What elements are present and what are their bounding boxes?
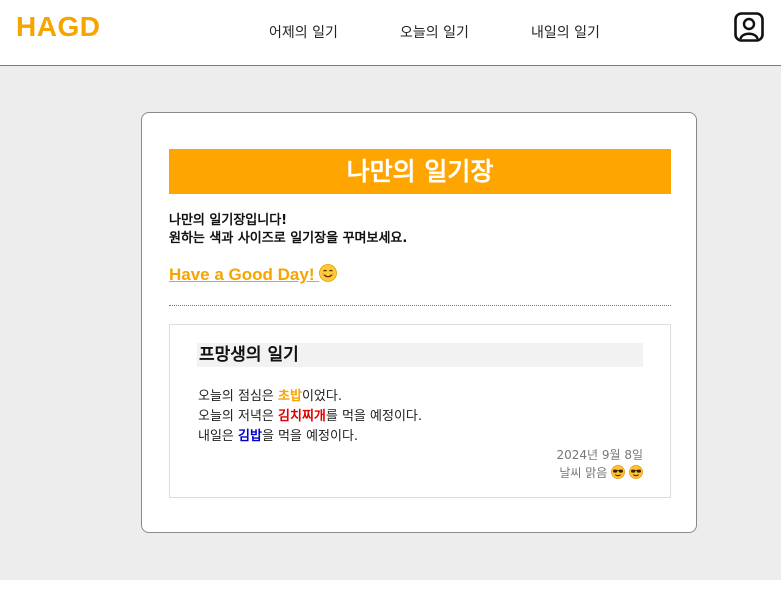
greeting-link[interactable]: Have a Good Day! — [169, 264, 338, 287]
diary-line-dinner: 오늘의 저녁은 김치찌개를 먹을 예정이다. — [198, 407, 422, 427]
dinner-food: 김치찌개 — [278, 409, 326, 424]
logo[interactable]: HAGD — [16, 11, 100, 43]
greeting-text: Have a Good Day! — [169, 265, 315, 284]
diary-meta: 2024년 9월 8일 날씨 맑음 — [556, 446, 643, 484]
page-title: 나만의 일기장 — [169, 149, 671, 194]
dinner-prefix: 오늘의 저녁은 — [198, 409, 279, 424]
nav-yesterday[interactable]: 어제의 일기 — [269, 22, 338, 42]
intro-line-1: 나만의 일기장입니다! — [169, 213, 288, 228]
tomorrow-food: 김밥 — [238, 429, 262, 444]
user-profile-icon[interactable] — [734, 12, 764, 42]
tomorrow-suffix: 을 먹을 예정이다. — [261, 429, 359, 444]
diary-title: 프망생의 일기 — [197, 343, 643, 367]
diary-line-tomorrow: 내일은 김밥을 먹을 예정이다. — [198, 427, 422, 447]
lunch-food: 초밥 — [278, 389, 302, 404]
lunch-prefix: 오늘의 점심은 — [198, 389, 279, 404]
diary-line-lunch: 오늘의 점심은 초밥이었다. — [198, 387, 422, 407]
sunglasses-face-icon — [611, 465, 626, 484]
dinner-suffix: 를 먹을 예정이다. — [325, 409, 422, 424]
diary-weather-row: 날씨 맑음 — [556, 464, 643, 484]
top-header: HAGD 어제의 일기 오늘의 일기 내일의 일기 — [0, 0, 781, 66]
section-divider — [169, 305, 671, 306]
diary-card: 나만의 일기장 나만의 일기장입니다! 원하는 색과 사이즈로 일기장을 꾸며보… — [141, 112, 697, 533]
lunch-suffix: 이었다. — [301, 389, 342, 404]
intro-line-2: 원하는 색과 사이즈로 일기장을 꾸며보세요. — [169, 231, 408, 246]
diary-date: 2024년 9월 8일 — [556, 448, 643, 462]
smiling-face-icon — [319, 264, 338, 287]
diary-body: 오늘의 점심은 초밥이었다. 오늘의 저녁은 김치찌개를 먹을 예정이다. 내일… — [198, 387, 422, 447]
footer-strip — [0, 580, 781, 590]
sunglasses-face-icon — [629, 465, 643, 484]
diary-weather: 날씨 맑음 — [559, 466, 608, 480]
intro-text: 나만의 일기장입니다! 원하는 색과 사이즈로 일기장을 꾸며보세요. — [169, 212, 407, 248]
tomorrow-prefix: 내일은 — [198, 429, 239, 444]
nav-today[interactable]: 오늘의 일기 — [400, 22, 469, 42]
nav-tomorrow[interactable]: 내일의 일기 — [531, 22, 600, 42]
diary-entry: 프망생의 일기 오늘의 점심은 초밥이었다. 오늘의 저녁은 김치찌개를 먹을 … — [169, 324, 671, 498]
